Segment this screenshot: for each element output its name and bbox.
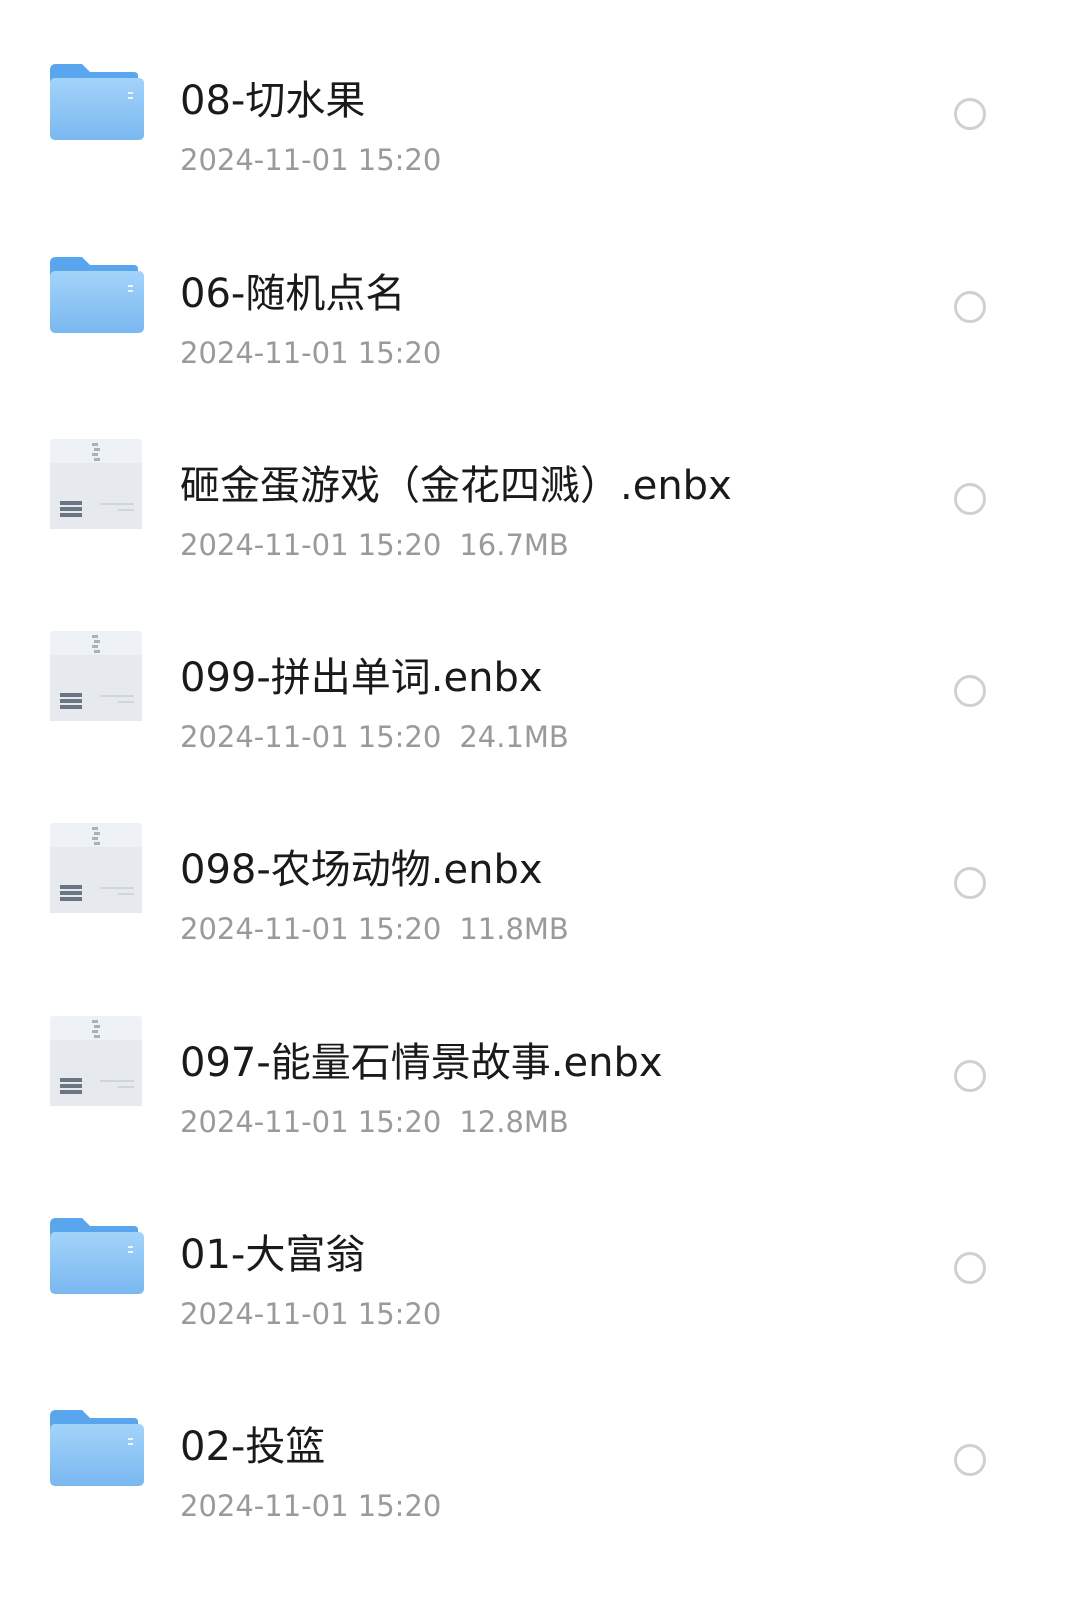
file-meta: 2024-11-01 15:20 24.1MB — [180, 719, 569, 755]
select-radio[interactable] — [954, 675, 986, 707]
file-date: 2024-11-01 15:20 — [180, 720, 442, 754]
select-radio[interactable] — [954, 1444, 986, 1476]
file-name: 098-农场动物.enbx — [180, 847, 543, 893]
file-list: 08-切水果 2024-11-01 15:20 06-随机点名 2024-11-… — [0, 0, 1080, 1614]
file-date: 2024-11-01 15:20 — [180, 528, 442, 562]
file-date: 2024-11-01 15:20 — [180, 1105, 442, 1139]
file-meta: 2024-11-01 15:20 — [180, 142, 441, 178]
file-name: 砸金蛋游戏（金花四溅）.enbx — [180, 463, 732, 509]
archive-file-icon — [48, 625, 148, 725]
file-meta: 2024-11-01 15:20 — [180, 1488, 441, 1524]
archive-file-icon — [48, 817, 148, 917]
file-meta: 2024-11-01 15:20 — [180, 1296, 441, 1332]
folder-icon — [48, 1394, 148, 1494]
file-size: 11.8MB — [459, 912, 569, 946]
folder-icon — [48, 241, 148, 341]
file-name: 02-投篮 — [180, 1424, 326, 1470]
file-date: 2024-11-01 15:20 — [180, 1297, 442, 1331]
archive-file-icon — [48, 1010, 148, 1110]
file-name: 06-随机点名 — [180, 271, 406, 317]
file-name: 097-能量石情景故事.enbx — [180, 1040, 663, 1086]
archive-file-icon — [48, 433, 148, 533]
file-meta: 2024-11-01 15:20 12.8MB — [180, 1104, 569, 1140]
file-row-archive[interactable]: 099-拼出单词.enbx 2024-11-01 15:20 24.1MB — [0, 561, 1080, 759]
file-row-archive[interactable]: 砸金蛋游戏（金花四溅）.enbx 2024-11-01 15:20 16.7MB — [0, 369, 1080, 567]
file-row-folder[interactable]: 01-大富翁 2024-11-01 15:20 — [0, 1138, 1080, 1336]
folder-icon — [48, 48, 148, 148]
file-row-archive[interactable]: 097-能量石情景故事.enbx 2024-11-01 15:20 12.8MB — [0, 946, 1080, 1144]
file-meta: 2024-11-01 15:20 16.7MB — [180, 527, 569, 563]
select-radio[interactable] — [954, 867, 986, 899]
select-radio[interactable] — [954, 98, 986, 130]
file-date: 2024-11-01 15:20 — [180, 336, 442, 370]
file-size: 16.7MB — [459, 528, 569, 562]
select-radio[interactable] — [954, 1252, 986, 1284]
file-name: 08-切水果 — [180, 78, 366, 124]
select-radio[interactable] — [954, 291, 986, 323]
file-row-folder[interactable]: 02-投篮 2024-11-01 15:20 — [0, 1330, 1080, 1528]
file-size: 24.1MB — [459, 720, 569, 754]
file-meta: 2024-11-01 15:20 11.8MB — [180, 911, 569, 947]
select-radio[interactable] — [954, 1060, 986, 1092]
folder-icon — [48, 1202, 148, 1302]
file-name: 01-大富翁 — [180, 1232, 366, 1278]
file-meta: 2024-11-01 15:20 — [180, 335, 441, 371]
file-row-archive[interactable]: 098-农场动物.enbx 2024-11-01 15:20 11.8MB — [0, 753, 1080, 951]
file-name: 099-拼出单词.enbx — [180, 655, 543, 701]
file-row-folder[interactable]: 06-随机点名 2024-11-01 15:20 — [0, 177, 1080, 375]
select-radio[interactable] — [954, 483, 986, 515]
file-date: 2024-11-01 15:20 — [180, 143, 442, 177]
file-row-folder[interactable]: 08-切水果 2024-11-01 15:20 — [0, 0, 1080, 182]
file-date: 2024-11-01 15:20 — [180, 912, 442, 946]
file-date: 2024-11-01 15:20 — [180, 1489, 442, 1523]
file-size: 12.8MB — [459, 1105, 569, 1139]
